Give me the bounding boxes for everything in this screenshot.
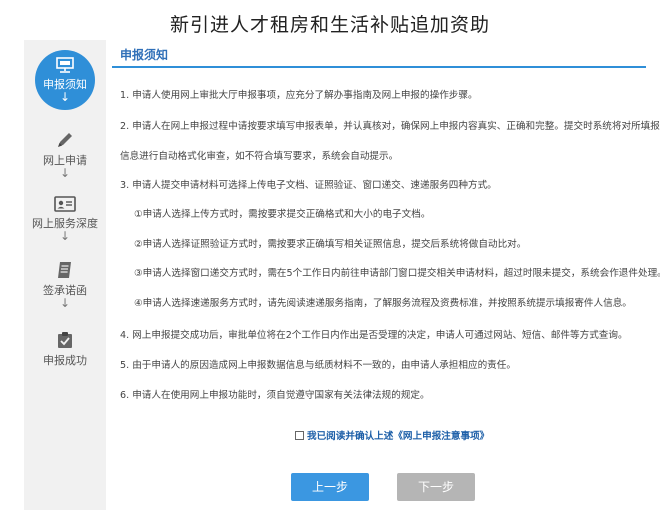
step-sign-commitment[interactable]: 签承诺函 ↓ <box>24 260 106 309</box>
down-arrow-icon: ↓ <box>59 296 71 310</box>
monitor-icon <box>35 50 95 77</box>
id-card-icon <box>24 195 106 217</box>
notice-subitem: ④申请人选择速递服务方式时，请先阅读速递服务指南，了解服务流程及资费标准，并按照… <box>134 298 632 309</box>
notice-subitem: ③申请人选择窗口递交方式时，需在5个工作日内前往申请部门窗口提交相关申请材料，超… <box>134 268 660 279</box>
next-step-button[interactable]: 下一步 <box>397 473 475 501</box>
section-header: 申报须知 <box>112 42 646 68</box>
notice-content: 申报须知 1. 申请人使用网上审批大厅申报事项，应充分了解办事指南及网上申报的操… <box>112 40 660 510</box>
notice-item: 信息进行自动格式化审查，如不符合填写要求，系统会自动提示。 <box>120 151 399 162</box>
notice-item: 4. 网上申报提交成功后，审批单位将在2个工作日内作出是否受理的决定，申请人可通… <box>120 330 628 341</box>
step-sidebar: 申报须知 ↓ 网上申请 ↓ 网上服务深度 ↓ 签承诺函 ↓ 申报成功 <box>24 40 106 510</box>
notice-item: 6. 申请人在使用网上申报功能时，须自觉遵守国家有关法律法规的规定。 <box>120 390 430 401</box>
step-apply-success[interactable]: 申报成功 <box>24 330 106 367</box>
notice-item: 5. 由于申请人的原因造成网上申报数据信息与纸质材料不一致的，由申请人承担相应的… <box>120 360 516 371</box>
step-online-apply[interactable]: 网上申请 ↓ <box>24 130 106 179</box>
agree-checkbox-row[interactable]: 我已阅读并确认上述《网上申报注意事项》 <box>295 428 489 442</box>
section-title: 申报须知 <box>120 48 169 62</box>
notice-subitem: ②申请人选择证照验证方式时，需按要求正确填写相关证照信息，提交后系统将做自动比对… <box>134 239 527 250</box>
down-arrow-icon: ↓ <box>59 166 71 180</box>
page-title: 新引进人才租房和生活补贴追加资助 <box>169 14 490 36</box>
notice-subitem: ①申请人选择上传方式时，需按要求提交正确格式和大小的电子文档。 <box>134 209 431 220</box>
down-arrow-icon: ↓ <box>59 229 71 243</box>
step-online-service[interactable]: 网上服务深度 ↓ <box>24 195 106 242</box>
notice-item: 2. 申请人在网上申报过程中请按要求填写申报表单，并认真核对，确保网上申报内容真… <box>120 121 660 132</box>
prev-step-button[interactable]: 上一步 <box>291 473 369 501</box>
pencil-icon <box>24 130 106 154</box>
notice-item: 1. 申请人使用网上审批大厅申报事项，应充分了解办事指南及网上申报的操作步骤。 <box>120 90 478 101</box>
down-arrow-icon: ↓ <box>59 90 71 104</box>
clipboard-check-icon <box>24 330 106 354</box>
agree-label[interactable]: 我已阅读并确认上述《网上申报注意事项》 <box>307 431 489 442</box>
step-apply-notice[interactable]: 申报须知 ↓ <box>24 50 106 110</box>
agree-checkbox[interactable] <box>295 431 304 440</box>
step-active-circle: 申报须知 ↓ <box>35 50 95 110</box>
notice-item: 3. 申请人提交申请材料可选择上传电子文档、证照验证、窗口递交、速递服务四种方式… <box>120 180 497 191</box>
step-label: 申报成功 <box>43 354 87 367</box>
document-icon <box>24 260 106 284</box>
